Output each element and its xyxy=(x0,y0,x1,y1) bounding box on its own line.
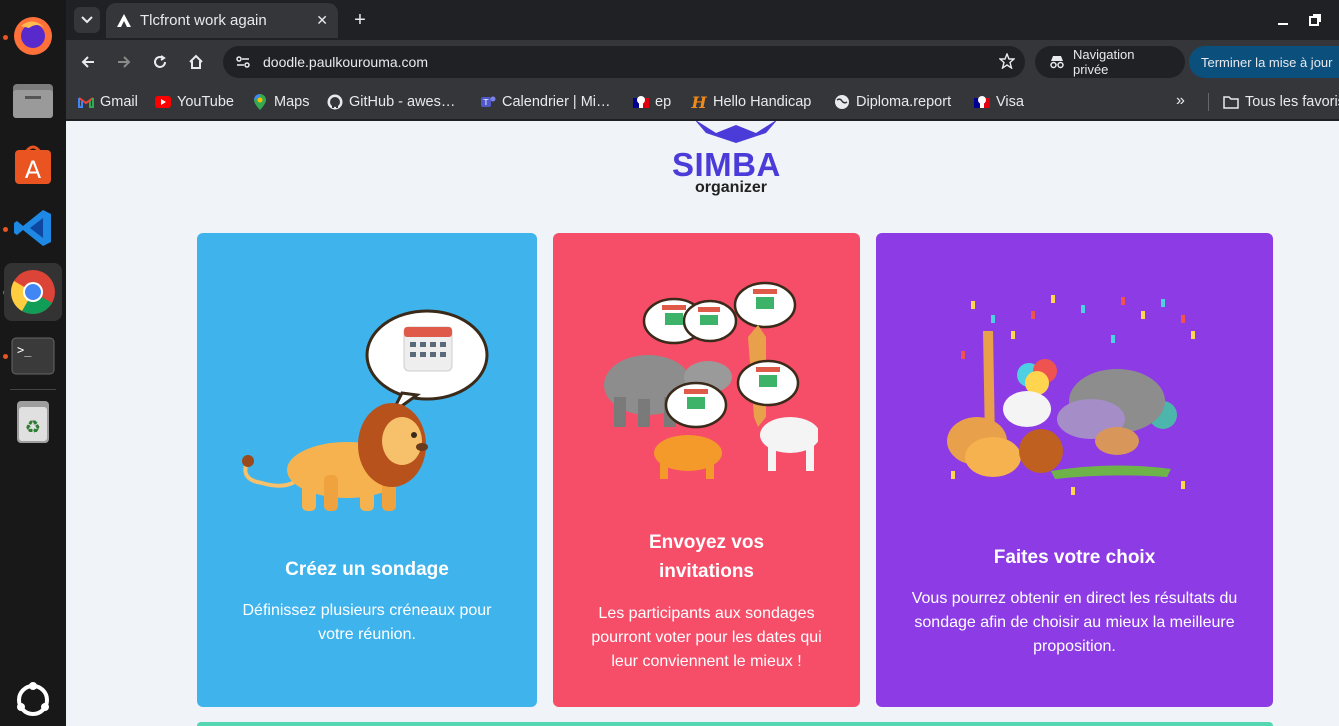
bookmark-label: ep xyxy=(655,94,672,110)
logo-subtitle: organizer xyxy=(695,179,768,196)
card-send-invitations: Envoyez vos invitations Les participants… xyxy=(553,233,860,707)
svg-text:A: A xyxy=(25,156,42,184)
bookmark-gmail[interactable]: Gmail xyxy=(78,91,138,113)
bookmark-label: YouTube xyxy=(177,94,234,110)
restore-button[interactable] xyxy=(1305,10,1325,30)
arrow-left-icon xyxy=(81,56,94,68)
bookmark-ep[interactable]: ep xyxy=(633,91,671,113)
close-tab-icon[interactable]: ✕ xyxy=(316,12,328,29)
running-indicator xyxy=(3,227,8,232)
svg-text:T: T xyxy=(483,98,489,107)
running-indicator xyxy=(3,35,8,40)
address-bar[interactable]: doodle.paulkourouma.com xyxy=(223,46,1025,78)
bookmark-label: Calendrier | Mi… xyxy=(502,94,611,110)
bookmark-label: GitHub - awes… xyxy=(349,94,456,110)
vscode-icon[interactable] xyxy=(9,204,57,252)
home-button[interactable] xyxy=(184,50,208,74)
incognito-icon xyxy=(1049,55,1065,69)
tab-title: Tlcfront work again xyxy=(140,12,267,29)
more-bookmarks-icon[interactable]: » xyxy=(1176,92,1185,110)
new-tab-button[interactable]: + xyxy=(348,8,372,32)
tab-search-button[interactable] xyxy=(74,7,100,33)
home-icon xyxy=(189,54,203,69)
show-apps-icon[interactable] xyxy=(9,676,57,724)
globe-icon xyxy=(834,94,850,110)
url-text[interactable]: doodle.paulkourouma.com xyxy=(263,54,999,70)
web-page: SIMBA organizer Créez un sondage Définis… xyxy=(66,121,1339,726)
bookmark-label: Visa xyxy=(996,94,1024,110)
svg-text:♻: ♻ xyxy=(25,417,41,438)
all-bookmarks-folder[interactable]: Tous les favoris xyxy=(1223,91,1339,113)
running-indicator xyxy=(3,354,8,359)
trash-icon[interactable]: ♻ xyxy=(9,398,57,446)
toolbar: doodle.paulkourouma.com Navigation privé… xyxy=(66,40,1339,84)
arrow-right-icon xyxy=(118,56,131,68)
reload-button[interactable] xyxy=(148,50,172,74)
chrome-icon[interactable] xyxy=(4,263,62,321)
svg-text:H: H xyxy=(691,94,707,110)
files-icon[interactable] xyxy=(9,76,57,124)
card-title: Faites votre choix xyxy=(993,547,1156,568)
celebration-animals-illustration xyxy=(947,295,1195,495)
card-text: Les participants aux sondages pourront v… xyxy=(591,605,822,670)
bookmark-label: Gmail xyxy=(100,94,138,110)
bookmarks-divider xyxy=(1208,93,1209,111)
bookmark-label: Tous les favoris xyxy=(1245,94,1339,110)
card-make-choice: Faites votre choix Vous pourrez obtenir … xyxy=(876,233,1273,707)
chevron-down-icon xyxy=(81,16,93,24)
terminal-icon[interactable]: >_ xyxy=(9,332,57,380)
card-title-line1: Envoyez vos xyxy=(648,532,765,553)
bookmark-hello-handicap[interactable]: H Hello Handicap xyxy=(691,91,811,113)
card-title-line2: invitations xyxy=(658,561,754,582)
github-icon xyxy=(327,94,343,110)
card-title: Créez un sondage xyxy=(285,559,449,580)
card-create-poll: Créez un sondage Définissez plusieurs cr… xyxy=(197,233,537,707)
app-center-icon[interactable]: A xyxy=(9,140,57,188)
tab-active[interactable]: Tlcfront work again ✕ xyxy=(106,3,338,38)
gmail-icon xyxy=(78,94,94,110)
bookmark-maps[interactable]: Maps xyxy=(252,91,309,113)
dock-separator xyxy=(10,389,56,390)
firefox-icon[interactable] xyxy=(9,12,57,60)
animals-invitations-illustration xyxy=(604,281,818,479)
bookmark-visa[interactable]: Visa xyxy=(974,91,1024,113)
site-settings-icon[interactable] xyxy=(233,52,253,72)
youtube-icon xyxy=(155,94,171,110)
hello-handicap-icon: H xyxy=(691,94,707,110)
marianne-icon xyxy=(633,94,649,110)
bookmark-calendrier[interactable]: T Calendrier | Mi… xyxy=(480,91,611,113)
incognito-label: Navigation privée xyxy=(1073,47,1135,77)
next-section-strip xyxy=(197,722,1273,726)
card-text: Vous pourrez obtenir en direct les résul… xyxy=(911,590,1238,655)
forward-button[interactable] xyxy=(112,50,136,74)
teams-icon: T xyxy=(480,94,496,110)
card-text: Définissez plusieurs créneaux pour votre… xyxy=(242,602,492,643)
back-button[interactable] xyxy=(76,50,100,74)
maps-icon xyxy=(252,94,268,110)
bookmark-label: Hello Handicap xyxy=(713,94,812,110)
logo-lion-mark-icon xyxy=(695,121,777,143)
angular-favicon-icon xyxy=(116,13,132,29)
tab-bar: Tlcfront work again ✕ + xyxy=(66,0,1339,40)
bookmarks-bar: Gmail YouTube Maps GitHub - awes… T Cale… xyxy=(66,84,1339,120)
minimize-button[interactable] xyxy=(1273,10,1293,30)
bookmark-label: Diploma.report xyxy=(856,94,952,110)
lion-illustration xyxy=(242,309,489,511)
incognito-indicator[interactable]: Navigation privée xyxy=(1035,46,1185,78)
reload-icon xyxy=(154,55,166,68)
bookmark-github[interactable]: GitHub - awes… xyxy=(327,91,455,113)
bookmark-diploma-report[interactable]: Diploma.report xyxy=(834,91,951,113)
finish-update-button[interactable]: Terminer la mise à jour xyxy=(1189,46,1339,78)
simba-logo[interactable]: SIMBA organizer xyxy=(666,121,806,201)
bookmark-youtube[interactable]: YouTube xyxy=(155,91,234,113)
folder-icon xyxy=(1223,94,1239,110)
svg-text:>_: >_ xyxy=(17,343,32,357)
bookmark-star-icon[interactable] xyxy=(998,51,1016,72)
ubuntu-dock: A >_ ♻ xyxy=(0,0,66,726)
bookmark-label: Maps xyxy=(274,94,310,110)
marianne-icon xyxy=(974,94,990,110)
